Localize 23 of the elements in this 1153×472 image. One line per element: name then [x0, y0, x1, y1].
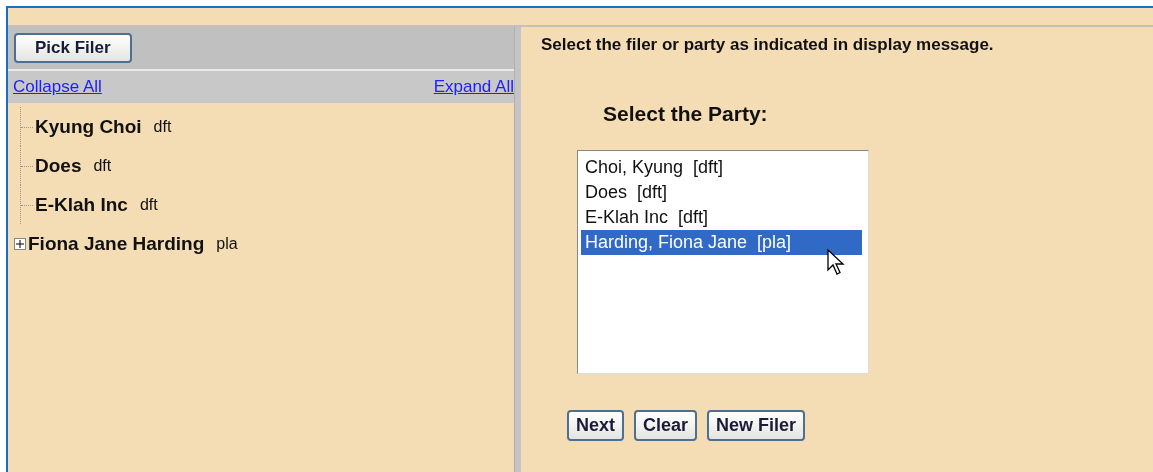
party-name[interactable]: E-Klah Inc [35, 193, 128, 216]
party-listbox[interactable]: Choi, Kyung [dft] Does [dft] E-Klah Inc [dft] Harding, Fiona Jane [pla] [577, 150, 869, 374]
party-option[interactable]: Choi, Kyung [dft] [581, 155, 862, 180]
expand-icon[interactable] [14, 237, 26, 250]
collapse-all-link[interactable]: Collapse All [13, 77, 102, 97]
party-role: dft [139, 195, 158, 214]
expand-all-link[interactable]: Expand All [433, 77, 514, 97]
cursor-icon [826, 248, 846, 276]
instruction-text: Select the filer or party as indicated in display message. [541, 35, 995, 55]
party-name[interactable]: Kyung Choi [35, 115, 142, 138]
party-role: dft [153, 117, 172, 136]
form-button[interactable]: Clear [634, 410, 698, 441]
party-role: pla [216, 234, 238, 253]
party-name[interactable]: Fiona Jane Harding [28, 232, 205, 255]
section-heading: Select the Party: [603, 102, 769, 126]
party-option[interactable]: E-Klah Inc [dft] [581, 205, 862, 230]
party-name[interactable]: Does [35, 154, 82, 177]
party-option[interactable]: Harding, Fiona Jane [pla] [581, 230, 862, 255]
form-button[interactable]: Next [567, 410, 624, 441]
pick-filer-button[interactable]: Pick Filer [14, 33, 132, 63]
form-button[interactable]: New Filer [707, 410, 806, 441]
party-option[interactable]: Does [dft] [581, 180, 862, 205]
party-role: dft [93, 156, 112, 175]
